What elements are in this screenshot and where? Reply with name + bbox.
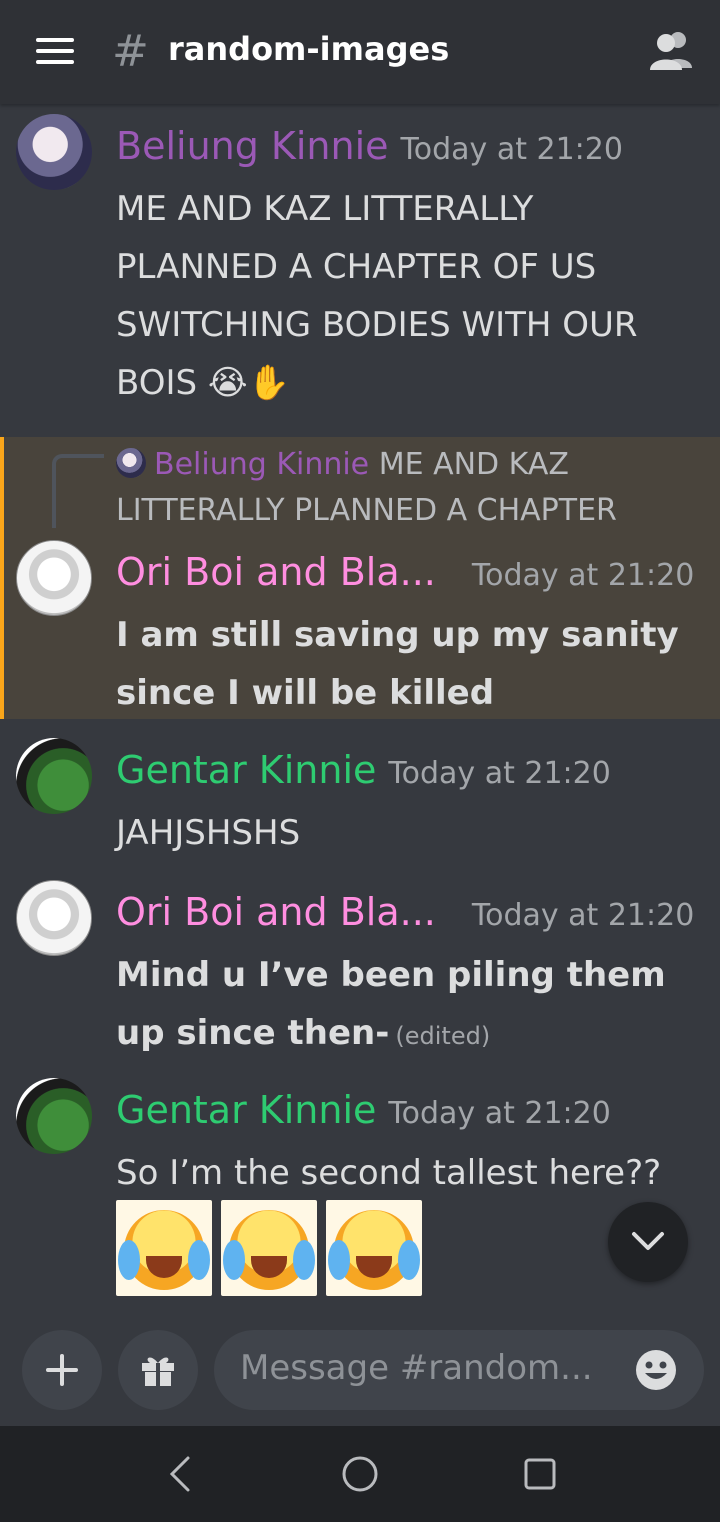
timestamp: Today at 21:20 [400,132,623,167]
members-icon[interactable] [648,30,694,70]
message-text: ME AND KAZ LITTERALLY PLANNED A CHAPTER … [116,189,638,403]
timestamp: Today at 21:20 [388,756,611,791]
timestamp: Today at 21:20 [471,898,695,933]
smiley-face-icon[interactable] [634,1348,678,1392]
channel-name: random-images [168,30,450,68]
message-input-placeholder: Message #random... [240,1348,593,1388]
home-circle-icon[interactable] [340,1452,380,1496]
message-header: Beliung Kinnie Today at 21:20 [116,124,623,168]
recents-square-icon[interactable] [522,1452,558,1496]
channel-hash-icon: # [112,26,149,77]
channel-header: # random-images [0,0,720,104]
message-text: Mind u I’ve been piling them up since th… [116,946,706,1065]
message-text: JAHJSHSHS [116,813,301,853]
gift-icon [142,1357,174,1386]
username[interactable]: Ori Boi and Bla... [116,890,436,934]
laughing-crying-emoji-image[interactable] [221,1200,317,1296]
message-text: So I’m the second tallest here?? [116,1153,662,1193]
avatar-gentar-kinnie[interactable] [16,738,92,814]
avatar-beliung-kinnie[interactable] [16,114,92,190]
message-header: Gentar Kinnie Today at 21:20 [116,748,611,792]
add-attachment-button[interactable] [22,1330,102,1410]
message-text: I am still saving up my sanity since I w… [116,615,679,713]
username[interactable]: Beliung Kinnie [116,124,389,168]
message-input[interactable]: Message #random... [214,1330,704,1410]
message-header: Gentar Kinnie Today at 21:20 [116,1088,611,1132]
avatar-ori-boi[interactable] [16,540,92,616]
message-header: Ori Boi and Bla... Today at 21:20 [116,550,694,594]
gift-button[interactable] [118,1330,198,1410]
edited-tag: (edited) [395,1022,491,1050]
chevron-down-icon [632,1232,664,1250]
username[interactable]: Ori Boi and Bla... [116,550,436,594]
avatar-ori-boi[interactable] [16,880,92,956]
reply-avatar [116,448,146,478]
laughing-crying-emoji-image[interactable] [326,1200,422,1296]
plus-icon [46,1354,78,1386]
reply-connector [52,454,104,528]
message-header: Ori Boi and Bla... Today at 21:20 [116,890,694,934]
timestamp: Today at 21:20 [471,558,695,593]
avatar-gentar-kinnie[interactable] [16,1078,92,1154]
back-triangle-icon[interactable] [164,1452,196,1496]
hamburger-menu-icon[interactable] [36,38,76,64]
username[interactable]: Gentar Kinnie [116,748,376,792]
system-navigation-bar [0,1426,720,1522]
laughing-crying-emoji-image[interactable] [116,1200,212,1296]
reply-username: Beliung Kinnie [154,447,370,482]
scroll-to-bottom-button[interactable] [608,1202,688,1282]
username[interactable]: Gentar Kinnie [116,1088,376,1132]
message-text-content: Mind u I’ve been piling them up since th… [116,955,666,1053]
reply-preview[interactable]: Beliung Kinnie ME AND KAZ LITTERALLY PLA… [116,442,706,534]
timestamp: Today at 21:20 [388,1096,611,1131]
